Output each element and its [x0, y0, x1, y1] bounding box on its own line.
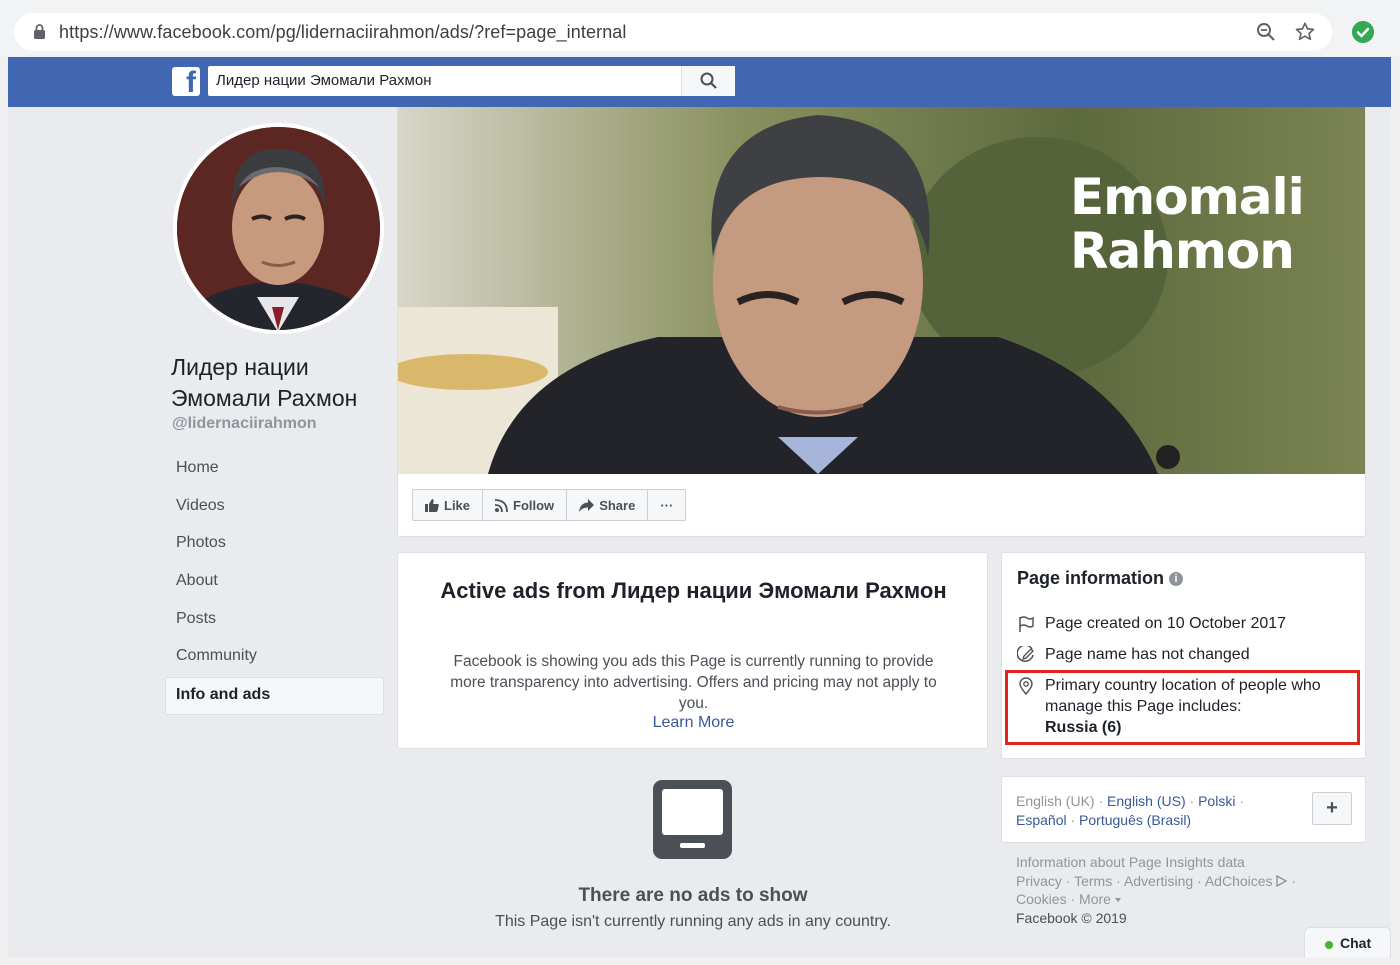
- language-selector-card: English (UK) · English (US) · Polski · E…: [1001, 776, 1366, 843]
- language-link[interactable]: Polski: [1198, 793, 1235, 809]
- nav-item-community[interactable]: Community: [165, 639, 384, 677]
- share-button[interactable]: Share: [567, 490, 649, 520]
- caret-down-icon: [1114, 898, 1121, 902]
- thumbs-up-icon: [425, 498, 439, 512]
- page-information-title: Page information i: [1017, 568, 1184, 589]
- online-status-dot: [1325, 941, 1333, 949]
- like-button[interactable]: Like: [413, 490, 484, 520]
- more-options-button[interactable]: ···: [648, 490, 685, 520]
- privacy-link[interactable]: Privacy: [1016, 873, 1062, 889]
- browser-toolbar: https://www.facebook.com/pg/lidernaciira…: [0, 0, 1400, 57]
- pencil-edit-icon: [1017, 646, 1034, 662]
- nav-item-home[interactable]: Home: [165, 451, 384, 489]
- flag-icon: [1019, 616, 1034, 632]
- language-link[interactable]: English (US): [1107, 793, 1186, 809]
- monitor-icon: [653, 780, 732, 859]
- chat-tab[interactable]: Chat: [1304, 927, 1391, 958]
- ads-description: Facebook is showing you ads this Page is…: [450, 653, 937, 712]
- cookies-link[interactable]: Cookies: [1016, 891, 1067, 907]
- add-language-button[interactable]: +: [1312, 792, 1352, 825]
- language-links: English (UK) · English (US) · Polski · E…: [1016, 793, 1245, 828]
- page-nav: Home Videos Photos About Posts Community…: [165, 451, 384, 715]
- nav-item-info-and-ads[interactable]: Info and ads: [165, 677, 384, 715]
- facebook-search-field[interactable]: Лидер нации Эмомали Рахмон: [208, 66, 735, 96]
- active-ads-card: Active ads from Лидер нации Эмомали Рахм…: [397, 552, 988, 749]
- footer-links: Information about Page Insights data Pri…: [1016, 854, 1296, 926]
- nav-item-videos[interactable]: Videos: [165, 489, 384, 527]
- more-link[interactable]: More: [1079, 891, 1111, 907]
- share-arrow-icon: [579, 498, 595, 512]
- no-ads-subtitle: This Page isn't currently running any ad…: [495, 913, 891, 930]
- cover-photo[interactable]: [398, 107, 1365, 474]
- extension-check-icon[interactable]: [1352, 21, 1374, 43]
- bookmark-star-icon[interactable]: [1294, 21, 1316, 43]
- follow-button[interactable]: Follow: [483, 490, 568, 520]
- nav-item-photos[interactable]: Photos: [165, 526, 384, 564]
- nav-item-about[interactable]: About: [165, 564, 384, 602]
- search-input[interactable]: Лидер нации Эмомали Рахмон: [216, 72, 431, 89]
- ads-title: Active ads from Лидер нации Эмомали Рахм…: [440, 578, 947, 603]
- adchoices-icon: [1276, 874, 1288, 887]
- nav-item-posts[interactable]: Posts: [165, 602, 384, 640]
- language-link[interactable]: Português (Brasil): [1079, 812, 1191, 828]
- learn-more-link[interactable]: Learn More: [438, 714, 949, 732]
- adchoices-link[interactable]: AdChoices: [1205, 873, 1273, 889]
- rss-follow-icon: [495, 498, 508, 512]
- insights-link[interactable]: Information about Page Insights data: [1016, 854, 1245, 870]
- page-username[interactable]: @lidernaciirahmon: [172, 415, 317, 433]
- page-actions: Like Follow Share ···: [412, 489, 687, 521]
- url-text[interactable]: https://www.facebook.com/pg/lidernaciira…: [59, 22, 627, 43]
- profile-picture[interactable]: [177, 127, 380, 330]
- page-title[interactable]: Лидер нации Эмомали Рахмон: [171, 352, 391, 414]
- cover-title-text: Emomali Rahmon: [1070, 168, 1305, 280]
- no-ads-title: There are no ads to show: [578, 885, 808, 906]
- search-button[interactable]: [681, 66, 735, 96]
- current-language: English (UK): [1016, 793, 1095, 809]
- terms-link[interactable]: Terms: [1074, 873, 1112, 889]
- address-bar[interactable]: https://www.facebook.com/pg/lidernaciira…: [14, 13, 1332, 51]
- copyright: Facebook © 2019: [1016, 909, 1127, 926]
- facebook-logo-icon[interactable]: f: [172, 67, 200, 98]
- language-link[interactable]: Español: [1016, 812, 1067, 828]
- advertising-link[interactable]: Advertising: [1124, 873, 1193, 889]
- lock-icon: [34, 24, 45, 39]
- facebook-header: f Лидер нации Эмомали Рахмон: [8, 57, 1391, 107]
- highlight-annotation-box: [1005, 670, 1360, 745]
- search-icon: [700, 72, 717, 89]
- info-icon[interactable]: i: [1169, 572, 1184, 586]
- zoom-icon[interactable]: [1256, 22, 1276, 42]
